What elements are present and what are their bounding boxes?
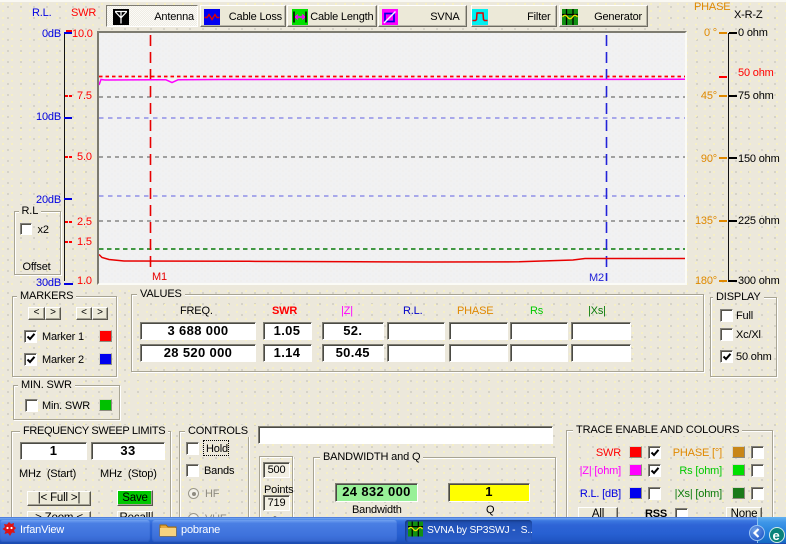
svg-text:M1: M1	[152, 271, 167, 283]
svg-text:M2: M2	[589, 272, 604, 283]
